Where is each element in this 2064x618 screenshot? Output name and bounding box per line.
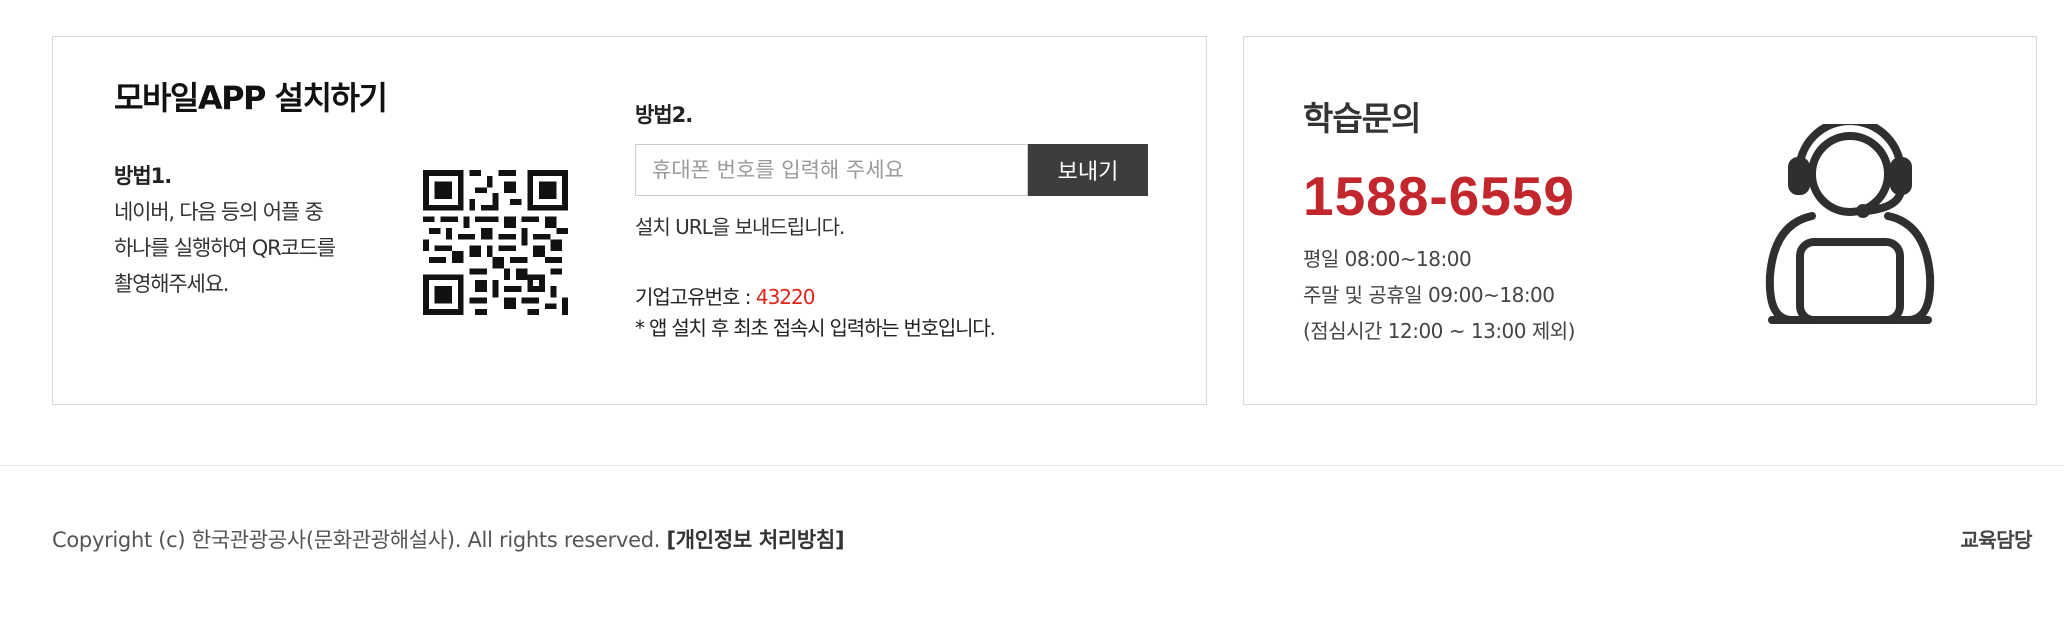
method1-heading: 방법1. (114, 164, 172, 188)
corp-id-note: * 앱 설치 후 최초 접속시 입력하는 번호입니다. (635, 316, 996, 340)
corp-id-number: 43220 (755, 285, 816, 309)
corp-id-label: 기업고유번호 : (635, 285, 756, 309)
method1-description: 네이버, 다음 등의 어플 중 하나를 실행하여 QR코드를 촬영해주세요. (114, 194, 374, 302)
hours-lunch: (점심시간 12:00 ~ 13:00 제외) (1303, 319, 1575, 343)
learning-inquiry-panel: 학습문의 1588-6559 평일 08:00~18:00 주말 및 공휴일 0… (1243, 36, 2037, 405)
app-install-title: 모바일APP 설치하기 (114, 79, 388, 117)
qr-code-icon (423, 170, 568, 315)
footer-divider (0, 465, 2064, 466)
method1-line: 하나를 실행하여 QR코드를 (114, 236, 336, 260)
headset-support-icon (1765, 124, 1935, 324)
send-info-text: 설치 URL을 보내드립니다. (635, 215, 845, 239)
inquiry-title: 학습문의 (1303, 99, 1421, 138)
method2-heading: 방법2. (635, 103, 693, 127)
privacy-policy-link[interactable]: [개인정보 처리방침] (666, 528, 844, 552)
footer-copyright: Copyright (c) 한국관광공사(문화관광해설사). All right… (52, 524, 845, 554)
education-contact-link[interactable]: 교육담당 (1960, 524, 2032, 553)
method1-line: 촬영해주세요. (114, 272, 229, 296)
app-install-panel: 모바일APP 설치하기 방법1. 네이버, 다음 등의 어플 중 하나를 실행하… (52, 36, 1207, 405)
corp-id-line: 기업고유번호 : 43220 (635, 281, 816, 310)
send-button[interactable]: 보내기 (1028, 144, 1148, 196)
method1-line: 네이버, 다음 등의 어플 중 (114, 200, 324, 224)
inquiry-phone-number: 1588-6559 (1303, 165, 1576, 227)
inquiry-hours: 평일 08:00~18:00 주말 및 공휴일 09:00~18:00 (점심시… (1303, 241, 1575, 349)
hours-weekday: 평일 08:00~18:00 (1303, 247, 1472, 271)
copyright-text: Copyright (c) 한국관광공사(문화관광해설사). All right… (52, 528, 667, 552)
phone-number-input[interactable] (635, 144, 1028, 196)
hours-weekend: 주말 및 공휴일 09:00~18:00 (1303, 283, 1555, 307)
